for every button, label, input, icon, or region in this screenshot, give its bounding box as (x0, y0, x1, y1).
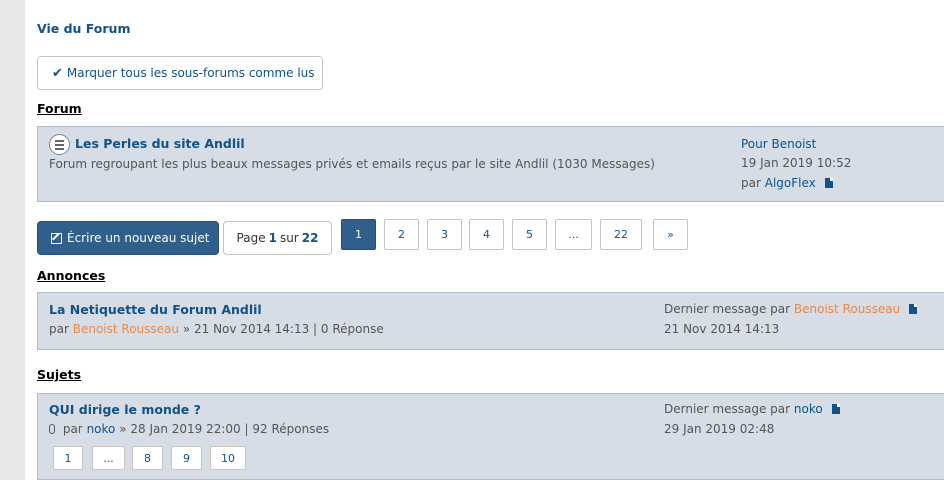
by-label: par (49, 322, 69, 336)
announcement-meta: par Benoist Rousseau » 21 Nov 2014 14:13… (49, 322, 384, 336)
announcement-info: » 21 Nov 2014 14:13 | 0 Réponse (182, 322, 384, 336)
announcement-author[interactable]: Benoist Rousseau (73, 322, 179, 336)
forum-description: Forum regroupant les plus beaux messages… (49, 157, 655, 171)
forum-last-post-author[interactable]: AlgoFlex (765, 176, 816, 190)
by-label: par (62, 422, 83, 436)
page-button-2[interactable]: 2 (384, 219, 419, 250)
attachment-icon (49, 424, 55, 434)
announcement-last-date: 21 Nov 2014 14:13 (664, 322, 780, 336)
left-sidebar-strip (0, 0, 25, 480)
topics-title: Sujets (37, 367, 82, 382)
view-last-post-icon[interactable] (824, 178, 833, 188)
announcement-last-post: Dernier message par Benoist Rousseau (664, 302, 917, 316)
total-pages: 22 (301, 231, 319, 245)
topic-title-link[interactable]: QUI dirige le monde ? (49, 402, 201, 417)
forum-section-title: Forum (37, 101, 82, 116)
page-button-22[interactable]: 22 (600, 219, 642, 250)
topic-page-button-9[interactable]: 9 (171, 446, 202, 470)
view-last-post-icon[interactable] (831, 404, 840, 414)
topic-last-post: Dernier message par noko (664, 402, 840, 416)
topic-page-button-1[interactable]: 1 (53, 446, 83, 470)
view-last-post-icon[interactable] (909, 304, 917, 314)
topic-page-ellipsis[interactable]: ... (92, 446, 125, 470)
last-post-label: Dernier message par (664, 402, 791, 416)
of-word: sur (279, 231, 299, 245)
new-topic-button[interactable]: Écrire un nouveau sujet (37, 221, 219, 255)
topic-page-button-10[interactable]: 10 (210, 446, 246, 470)
mark-all-read-button[interactable]: ✔ Marquer tous les sous-forums comme lus (37, 56, 323, 90)
topic-last-author[interactable]: noko (794, 402, 823, 416)
topic-meta: par noko » 28 Jan 2019 22:00 | 92 Répons… (49, 422, 329, 436)
topic-info: » 28 Jan 2019 22:00 | 92 Réponses (119, 422, 330, 436)
new-topic-label: Écrire un nouveau sujet (67, 231, 210, 245)
mark-all-read-label: Marquer tous les sous-forums comme lus (66, 66, 315, 80)
forum-last-post-date: 19 Jan 2019 10:52 (741, 156, 852, 170)
by-label: par (741, 176, 761, 190)
announcements-title: Annonces (37, 268, 106, 283)
page-info[interactable]: Page 1 sur 22 (223, 221, 332, 255)
check-icon: ✔ (52, 65, 63, 81)
last-post-label: Dernier message par (664, 302, 791, 316)
next-page-button[interactable]: » (653, 219, 688, 250)
edit-icon (51, 232, 62, 244)
forum-read-icon (49, 134, 70, 155)
page-button-3[interactable]: 3 (427, 219, 462, 250)
page-button-5[interactable]: 5 (512, 219, 547, 250)
topic-last-date: 29 Jan 2019 02:48 (664, 422, 775, 436)
forum-last-post-author-line: par AlgoFlex (741, 176, 833, 190)
topic-author[interactable]: noko (87, 422, 116, 436)
announcement-title-link[interactable]: La Netiquette du Forum Andlil (49, 302, 262, 317)
page-button-1[interactable]: 1 (341, 219, 376, 250)
announcement-last-author[interactable]: Benoist Rousseau (794, 302, 900, 316)
breadcrumb[interactable]: Vie du Forum (37, 21, 130, 36)
forum-last-post-title[interactable]: Pour Benoist (741, 137, 816, 151)
page-ellipsis-button[interactable]: ... (555, 219, 592, 250)
page-word: Page (236, 231, 266, 245)
announcement-row (37, 292, 944, 350)
topic-page-button-8[interactable]: 8 (132, 446, 163, 470)
forum-title-link[interactable]: Les Perles du site Andlil (75, 136, 245, 151)
current-page: 1 (268, 231, 277, 245)
page-button-4[interactable]: 4 (469, 219, 504, 250)
